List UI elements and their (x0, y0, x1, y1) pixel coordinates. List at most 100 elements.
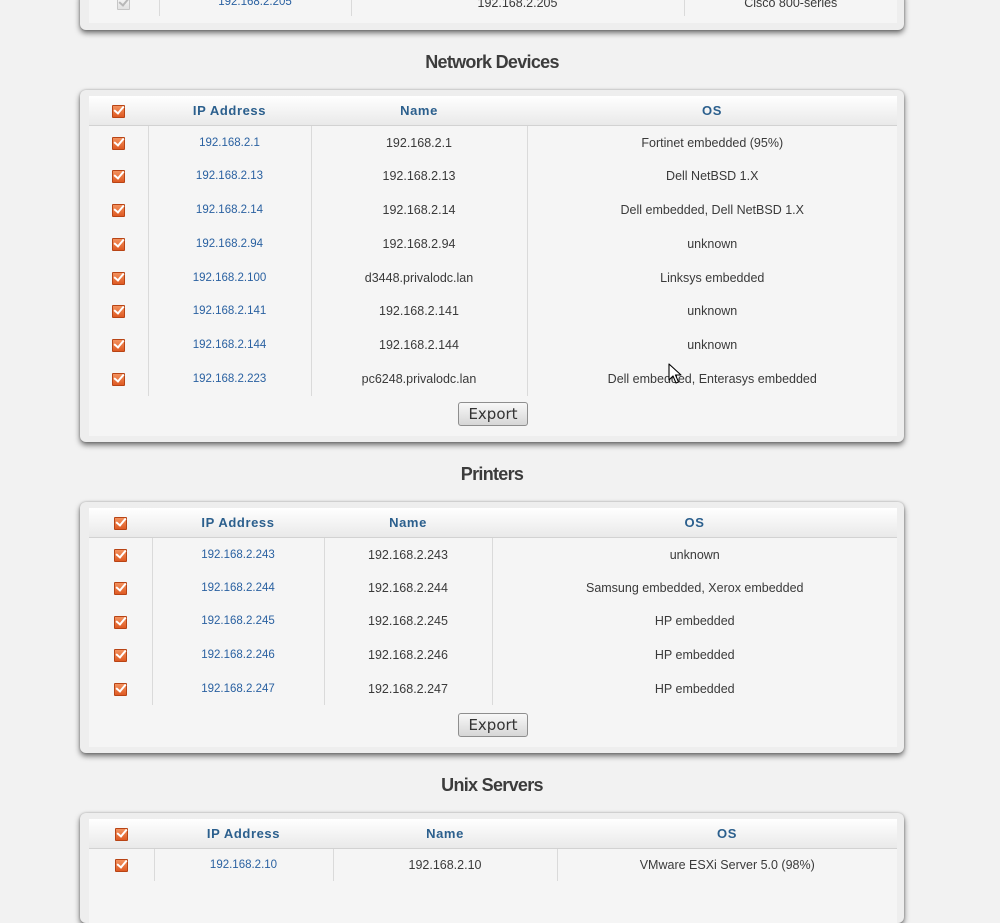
checkbox-icon[interactable] (113, 615, 127, 629)
row-checkbox-cell[interactable] (89, 159, 149, 194)
os-column-header[interactable]: OS (557, 819, 897, 849)
ip-link[interactable]: 192.168.2.244 (201, 582, 275, 594)
name-cell: 192.168.2.144 (311, 328, 528, 363)
ip-cell[interactable]: 192.168.2.223 (148, 362, 312, 396)
checkbox-icon[interactable] (111, 305, 125, 319)
network-devices-rows: 192.168.2.1 192.168.2.1 Fortinet embedded … (89, 125, 897, 396)
os-column-header[interactable]: OS (527, 96, 897, 126)
row-checkbox-cell[interactable] (89, 571, 153, 605)
name-cell: pc6248.privalodc.lan (311, 362, 528, 396)
checkbox-icon[interactable] (113, 649, 127, 663)
row-checkbox-cell[interactable] (89, 604, 153, 639)
name-cell: 192.168.2.13 (311, 159, 528, 194)
ip-link[interactable]: 192.168.2.246 (201, 649, 275, 661)
row-checkbox-cell[interactable] (89, 125, 149, 160)
network-devices-table: IP Address Name OS 192.168.2.1 192.168.2.… (89, 96, 897, 396)
name-cell: 192.168.2.246 (324, 638, 493, 672)
section-title-unix-servers: Unix Servers (441, 775, 543, 795)
ip-link[interactable]: 192.168.2.14 (196, 204, 263, 216)
ip-cell[interactable]: 192.168.2.205 (159, 0, 352, 16)
table-header-row: IP Address Name OS (89, 96, 897, 126)
row-checkbox-cell[interactable] (89, 537, 153, 572)
checkbox-icon[interactable] (111, 271, 125, 285)
select-all-header[interactable] (89, 508, 152, 538)
select-all-checkbox-icon[interactable] (112, 105, 125, 119)
printers-table: IP Address Name OS 192.168.2.243 192.168.… (89, 508, 897, 706)
os-cell: Cisco 800-series (744, 0, 838, 10)
ip-column-header[interactable]: IP Address (152, 508, 324, 538)
ip-cell[interactable]: 192.168.2.243 (152, 537, 325, 572)
checkbox-icon[interactable] (114, 858, 128, 872)
unix-servers-panel: IP Address Name OS 192.168.2.10 192.168.2… (80, 813, 904, 923)
os-cell: Dell embedded, Enterasys embedded (607, 371, 817, 386)
ip-cell[interactable]: 192.168.2.10 (154, 848, 334, 881)
ip-link[interactable]: 192.168.2.141 (193, 305, 267, 317)
ip-cell[interactable]: 192.168.2.244 (152, 571, 325, 605)
row-checkbox-cell[interactable] (89, 362, 149, 396)
ip-link[interactable]: 192.168.2.100 (193, 272, 267, 284)
os-cell: unknown (687, 338, 738, 353)
row-checkbox-cell[interactable] (89, 260, 149, 295)
row-checkbox-cell[interactable] (89, 294, 149, 329)
name-cell: 192.168.2.94 (311, 226, 528, 261)
checkbox-icon[interactable] (111, 170, 125, 184)
checkbox-icon[interactable] (111, 237, 125, 251)
ip-cell[interactable]: 192.168.2.13 (148, 159, 312, 194)
row-checkbox-cell[interactable] (89, 671, 153, 706)
checkbox-icon[interactable] (111, 204, 125, 218)
ip-cell[interactable]: 192.168.2.141 (148, 294, 312, 329)
ip-cell[interactable]: 192.168.2.1 (148, 125, 312, 160)
unix-servers-rows: 192.168.2.10 192.168.2.10 VMware ESXi Serv… (89, 848, 897, 881)
export-button[interactable]: Export (458, 713, 528, 737)
os-cell: Linksys embedded (660, 270, 765, 285)
os-cell: unknown (687, 304, 738, 319)
row-checkbox-cell[interactable] (89, 226, 149, 261)
table-row: 192.168.2.94 192.168.2.94 unknown (89, 226, 897, 261)
select-all-header[interactable] (89, 819, 154, 849)
checkbox-icon[interactable] (111, 339, 125, 353)
select-all-checkbox-icon[interactable] (115, 828, 128, 842)
ip-link[interactable]: 192.168.2.205 (218, 0, 292, 8)
row-checkbox-cell[interactable] (89, 193, 149, 227)
select-all-checkbox-icon[interactable] (114, 517, 127, 531)
os-cell: VMware ESXi Server 5.0 (98%) (639, 857, 815, 872)
row-checkbox-cell[interactable] (89, 0, 160, 16)
name-column-header[interactable]: Name (324, 508, 492, 538)
checkbox-icon[interactable] (117, 0, 131, 11)
checkbox-icon[interactable] (113, 682, 127, 696)
ip-cell[interactable]: 192.168.2.144 (148, 328, 312, 363)
ip-cell[interactable]: 192.168.2.245 (152, 604, 325, 639)
export-button[interactable]: Export (458, 402, 528, 426)
name-cell: d3448.privalodc.lan (311, 260, 528, 295)
ip-cell[interactable]: 192.168.2.94 (148, 226, 312, 261)
ip-cell[interactable]: 192.168.2.247 (152, 671, 325, 706)
ip-link[interactable]: 192.168.2.243 (201, 549, 275, 561)
ip-cell[interactable]: 192.168.2.14 (148, 193, 312, 227)
ip-column-header[interactable]: IP Address (148, 96, 311, 126)
checkbox-icon[interactable] (111, 136, 125, 150)
ip-link[interactable]: 192.168.2.247 (201, 683, 275, 695)
ip-link[interactable]: 192.168.2.10 (210, 859, 277, 871)
ip-link[interactable]: 192.168.2.1 (199, 137, 260, 149)
ip-link[interactable]: 192.168.2.245 (201, 615, 275, 627)
name-column-header[interactable]: Name (333, 819, 557, 849)
checkbox-icon[interactable] (111, 373, 125, 387)
ip-cell[interactable]: 192.168.2.100 (148, 260, 312, 295)
row-checkbox-cell[interactable] (89, 638, 153, 672)
name-column-header[interactable]: Name (311, 96, 527, 126)
name-cell: 192.168.2.10 (333, 848, 558, 881)
checkbox-icon[interactable] (113, 581, 127, 595)
os-column-header[interactable]: OS (492, 508, 897, 538)
name-cell: 192.168.2.247 (324, 671, 493, 706)
checkbox-icon[interactable] (113, 548, 127, 562)
ip-link[interactable]: 192.168.2.13 (196, 170, 263, 182)
ip-link[interactable]: 192.168.2.223 (193, 373, 267, 385)
ip-cell[interactable]: 192.168.2.246 (152, 638, 325, 672)
row-checkbox-cell[interactable] (89, 848, 155, 881)
select-all-header[interactable] (89, 96, 148, 126)
ip-column-header[interactable]: IP Address (154, 819, 333, 849)
ip-link[interactable]: 192.168.2.144 (193, 339, 267, 351)
row-checkbox-cell[interactable] (89, 328, 149, 363)
table-row: 192.168.2.205 192.168.2.205 Cisco 800-se… (89, 0, 897, 16)
ip-link[interactable]: 192.168.2.94 (196, 238, 263, 250)
